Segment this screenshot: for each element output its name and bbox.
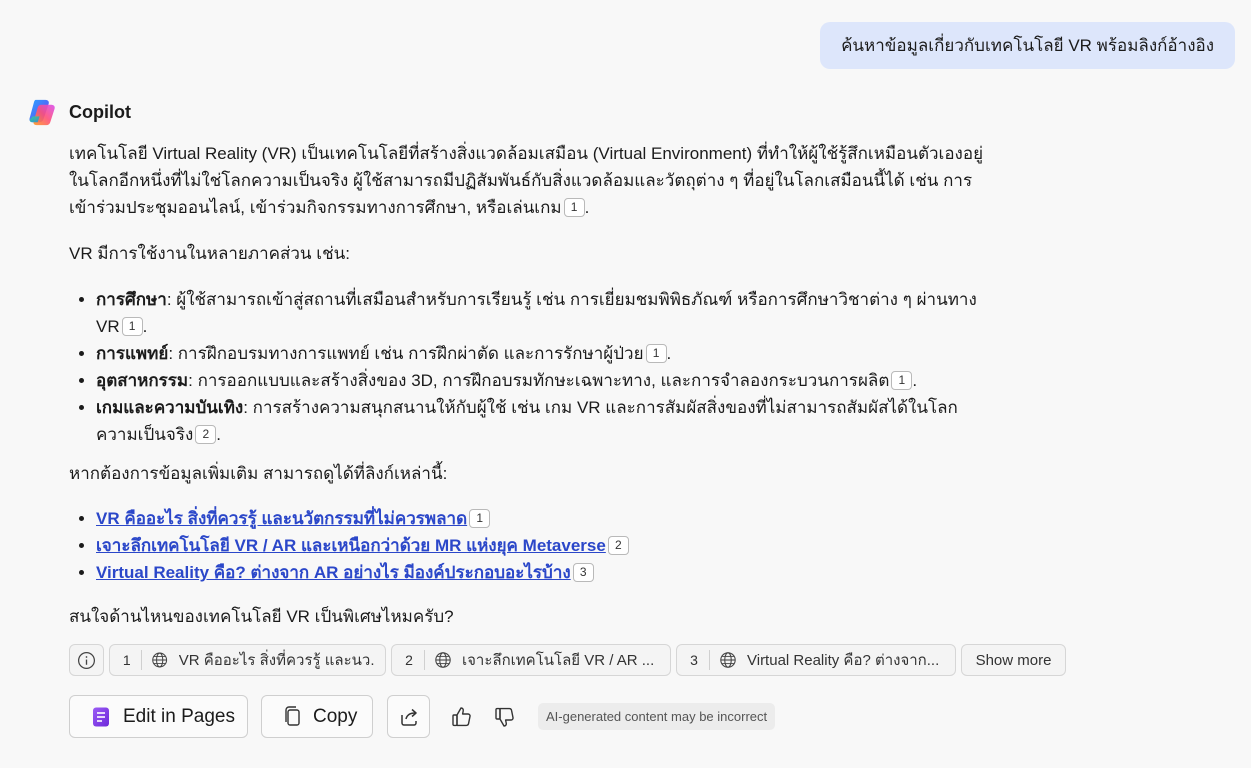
pages-icon [93,707,109,726]
copilot-logo-icon [29,99,55,126]
user-message-text: ค้นหาข้อมูลเกี่ยวกับเทคโนโลยี VR พร้อมลิ… [841,36,1214,55]
source-title: เจาะลึกเทคโนโลยี VR / AR ... [462,652,655,669]
thumbs-up-icon[interactable] [450,705,474,729]
user-message-bubble: ค้นหาข้อมูลเกี่ยวกับเทคโนโลยี VR พร้อมลิ… [820,22,1235,69]
copy-button[interactable]: Copy [261,695,373,738]
citation-badge[interactable]: 1 [891,371,913,390]
globe-icon [152,652,168,668]
copy-label: Copy [313,705,358,727]
reference-link[interactable]: VR คืออะไร สิ่งที่ควรรู้ และนวัตกรรมที่ไ… [96,509,467,528]
divider [709,650,710,670]
list-item-title: เกมและความบันเทิง [96,398,244,417]
source-title: Virtual Reality คือ? ต่างจาก... [747,652,940,669]
reference-link[interactable]: เจาะลึกเทคโนโลยี VR / AR และเหนือกว่าด้ว… [96,536,606,555]
globe-icon [720,652,736,668]
answer-paragraph: สนใจด้านไหนของเทคโนโลยี VR เป็นพิเศษไหมค… [69,607,454,626]
citation-badge[interactable]: 3 [572,563,594,582]
list-item: เกมและความบันเทิง: การสร้างความสนุกสนานใ… [96,394,999,448]
actions-bar: Edit in Pages Copy AI-generated content … [69,695,776,738]
edit-in-pages-button[interactable]: Edit in Pages [69,695,248,738]
copy-icon [285,705,300,726]
answer-paragraph: หากต้องการข้อมูลเพิ่มเติม สามารถดูได้ที่… [69,464,448,483]
divider [141,650,143,670]
list-item: การแพทย์: การฝึกอบรมทางการแพทย์ เช่น การ… [96,340,999,367]
share-icon [400,708,417,726]
info-button[interactable] [69,644,104,676]
list-item-title: อุตสาหกรรม [96,371,189,390]
source-chip[interactable]: 2 เจาะลึกเทคโนโลยี VR / AR ... [391,644,671,676]
bot-header: Copilot [27,97,131,128]
edit-in-pages-label: Edit in Pages [123,705,235,727]
list-item-title: การแพทย์ [96,344,169,363]
reference-link[interactable]: Virtual Reality คือ? ต่างจาก AR อย่างไร … [96,563,571,582]
list-item-text: : การออกแบบและสร้างสิ่งของ 3D, การฝึกอบร… [188,371,890,390]
source-chip[interactable]: 3 Virtual Reality คือ? ต่างจาก... [676,644,956,676]
answer-paragraph: เทคโนโลยี Virtual Reality (VR) เป็นเทคโน… [69,144,984,217]
list-item-title: การศึกษา [96,290,167,309]
bot-name: Copilot [69,102,131,122]
answer-paragraph: VR มีการใช้งานในหลายภาคส่วน เช่น: [69,244,350,263]
info-icon [77,651,96,669]
share-button[interactable] [387,695,430,738]
paragraph-text: เทคโนโลยี Virtual Reality (VR) เป็นเทคโน… [69,144,984,217]
list-item-text: : การฝึกอบรมทางการแพทย์ เช่น การฝึกผ่าตั… [168,344,644,363]
list-item: การศึกษา: ผู้ใช้สามารถเข้าสู่สถานที่เสมื… [96,286,999,340]
divider [424,650,425,670]
source-chip[interactable]: 1 VR คืออะไร สิ่งที่ควรรู้ และนว... [109,644,386,676]
citation-badge[interactable]: 2 [607,536,629,555]
source-number: 2 [405,652,413,668]
source-number: 3 [690,652,698,668]
uses-list: การศึกษา: ผู้ใช้สามารถเข้าสู่สถานที่เสมื… [69,286,999,448]
thumbs-down-icon[interactable] [493,705,517,729]
citation-badge[interactable]: 2 [195,425,217,444]
reference-links-list: VR คืออะไร สิ่งที่ควรรู้ และนวัตกรรมที่ไ… [69,505,999,586]
sources-bar: 1 VR คืออะไร สิ่งที่ควรรู้ และนว... 2 เจ… [69,644,1066,676]
link-item: เจาะลึกเทคโนโลยี VR / AR และเหนือกว่าด้ว… [96,532,999,559]
source-title: VR คืออะไร สิ่งที่ควรรู้ และนว... [178,652,376,669]
list-item-text: : ผู้ใช้สามารถเข้าสู่สถานที่เสมือนสำหรับ… [96,290,977,336]
link-item: Virtual Reality คือ? ต่างจาก AR อย่างไร … [96,559,999,586]
citation-badge[interactable]: 1 [121,317,143,336]
source-number: 1 [122,652,131,668]
globe-icon [435,652,451,668]
link-item: VR คืออะไร สิ่งที่ควรรู้ และนวัตกรรมที่ไ… [96,505,999,532]
disclaimer-badge: AI-generated content may be incorrect [538,703,776,730]
list-item: อุตสาหกรรม: การออกแบบและสร้างสิ่งของ 3D,… [96,367,999,394]
answer-body: เทคโนโลยี Virtual Reality (VR) เป็นเทคโน… [69,140,999,630]
citation-badge[interactable]: 1 [469,509,491,528]
citation-badge[interactable]: 1 [563,198,585,217]
citation-badge[interactable]: 1 [645,344,667,363]
show-more-button[interactable]: Show more [961,644,1066,676]
